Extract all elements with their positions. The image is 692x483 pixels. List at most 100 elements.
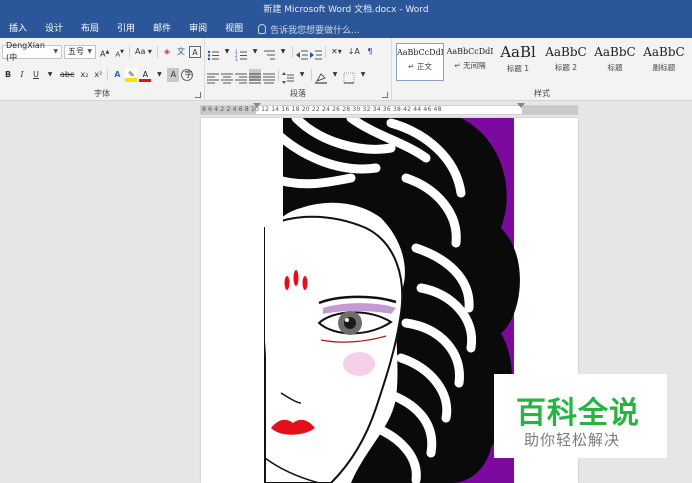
tell-me-box[interactable]: 告诉我您想要做什么... xyxy=(258,23,360,36)
paragraph-group: ▼ 123 ▼ ▼ ✕▾ ↓A ¶ ▼ ▼ ▼ 段落 xyxy=(205,38,392,101)
align-right-icon[interactable] xyxy=(235,69,247,84)
tab-review[interactable]: 审阅 xyxy=(180,20,216,38)
style-heading-1[interactable]: AaBl 标题 1 xyxy=(494,43,542,81)
chevron-down-icon[interactable]: ▼ xyxy=(249,45,261,59)
decrease-indent-icon[interactable] xyxy=(296,46,308,60)
dialog-launcher-icon[interactable] xyxy=(382,92,388,98)
numbering-icon[interactable]: 123 xyxy=(235,46,247,62)
font-size-select[interactable]: 五号 ▼ xyxy=(64,45,96,59)
first-line-indent-marker[interactable] xyxy=(253,103,261,108)
tab-layout[interactable]: 布局 xyxy=(72,20,108,38)
ribbon: DengXian (中 ▼ 五号 ▼ A▲ A▼ Aa ▾ ◈ 文 A B I U … xyxy=(0,38,692,101)
shrink-font-button[interactable]: A▼ xyxy=(113,45,126,59)
font-group: DengXian (中 ▼ 五号 ▼ A▲ A▼ Aa ▾ ◈ 文 A B I U … xyxy=(0,38,205,101)
tab-view[interactable]: 视图 xyxy=(216,20,252,38)
phonetic-guide-icon[interactable]: 文 xyxy=(175,45,187,59)
divider xyxy=(107,69,109,81)
bold-button[interactable]: B xyxy=(2,68,14,82)
highlight-pen-icon[interactable]: ✎ xyxy=(125,68,138,82)
superscript-button[interactable]: x² xyxy=(92,68,104,82)
text-effects-button[interactable]: A xyxy=(111,68,123,82)
font-name-select[interactable]: DengXian (中 ▼ xyxy=(2,41,62,62)
watermark-subtitle: 助你轻松解决 xyxy=(524,431,621,449)
lightbulb-icon xyxy=(258,24,267,34)
font-color-button[interactable]: A xyxy=(139,69,152,82)
style-subtitle[interactable]: AaBbC 副标题 xyxy=(640,43,688,81)
chevron-down-icon[interactable]: ▼ xyxy=(221,45,233,59)
distributed-icon[interactable] xyxy=(263,69,275,84)
style-name: ↵ 正文 xyxy=(408,62,432,71)
style-name: 标题 2 xyxy=(554,63,578,72)
underline-dropdown-icon[interactable]: ▼ xyxy=(44,68,56,82)
enclose-character-icon[interactable]: 字 xyxy=(181,69,194,81)
divider xyxy=(156,46,158,58)
style-heading-2[interactable]: AaBbC 标题 2 xyxy=(542,43,590,81)
window-title: 新建 Microsoft Word 文档.docx - Word xyxy=(263,5,429,15)
shading-icon[interactable] xyxy=(315,69,327,84)
dialog-launcher-icon[interactable] xyxy=(195,92,201,98)
character-shading-button[interactable]: A xyxy=(167,68,180,82)
chevron-down-icon[interactable]: ▼ xyxy=(277,45,289,59)
chevron-down-icon[interactable]: ▼ xyxy=(296,68,308,82)
show-marks-icon[interactable]: ¶ xyxy=(364,45,376,59)
paragraph-group-label: 段落 xyxy=(290,89,306,98)
multilevel-list-icon[interactable] xyxy=(263,46,275,60)
underline-button[interactable]: U xyxy=(30,68,42,82)
chevron-down-icon: ▼ xyxy=(53,48,58,55)
watermark-title: 百科全说 xyxy=(516,396,640,431)
horizontal-ruler[interactable]: 8 6 4 2 2 4 6 8 10 12 14 16 18 20 22 24 … xyxy=(200,103,578,115)
change-case-button[interactable]: Aa ▾ xyxy=(133,45,154,59)
style-name: 标题 1 xyxy=(506,64,530,73)
align-center-icon[interactable] xyxy=(221,69,233,84)
strikethrough-button[interactable]: abc xyxy=(58,68,76,82)
subscript-button[interactable]: x₂ xyxy=(78,68,90,82)
style-normal[interactable]: AaBbCcDdI ↵ 正文 xyxy=(396,43,444,81)
style-sample: AaBl xyxy=(500,43,536,61)
right-indent-marker[interactable] xyxy=(517,103,525,108)
style-title[interactable]: AaBbC 标题 xyxy=(591,43,639,81)
grow-font-button[interactable]: A▲ xyxy=(98,45,111,59)
clear-formatting-icon[interactable]: ◈ xyxy=(161,45,173,59)
divider xyxy=(311,69,312,81)
divider xyxy=(325,46,326,58)
style-sample: AaBbCcDdI xyxy=(397,48,443,57)
tab-design[interactable]: 设计 xyxy=(36,20,72,38)
sort-icon[interactable]: ↓A xyxy=(346,45,362,59)
style-sample: AaBbC xyxy=(594,45,636,59)
style-no-spacing[interactable]: AaBbCcDdI ↵ 无间隔 xyxy=(446,43,494,81)
line-spacing-icon[interactable] xyxy=(282,69,294,84)
font-color-dropdown-icon[interactable]: ▼ xyxy=(153,68,165,82)
word-window: 新建 Microsoft Word 文档.docx - Word 插入 设计 布… xyxy=(0,0,692,483)
ruler-numbers: 8 6 4 2 2 4 6 8 10 12 14 16 18 20 22 24 … xyxy=(202,106,442,113)
style-name: 副标题 xyxy=(652,63,676,72)
increase-indent-icon[interactable] xyxy=(310,46,322,60)
divider xyxy=(292,46,293,58)
chinese-layout-icon[interactable]: ✕▾ xyxy=(329,45,344,59)
font-group-label: 字体 xyxy=(94,89,110,98)
ribbon-tabs: 插入 设计 布局 引用 邮件 审阅 视图 告诉我您想要做什么... xyxy=(0,20,692,38)
enclosed-character-icon[interactable]: A xyxy=(188,46,201,58)
styles-group: AaBbCcDdI ↵ 正文 AaBbCcDdI ↵ 无间隔 AaBl 标题 1… xyxy=(392,38,692,101)
bullets-icon[interactable] xyxy=(207,46,219,61)
svg-text:3: 3 xyxy=(235,57,238,61)
borders-icon[interactable] xyxy=(343,69,355,84)
style-name: ↵ 无间隔 xyxy=(454,61,486,70)
font-size-value: 五号 xyxy=(68,47,84,56)
cheek-blush xyxy=(343,352,375,376)
styles-group-label: 样式 xyxy=(534,89,550,98)
chevron-down-icon[interactable]: ▼ xyxy=(357,68,369,82)
tab-insert[interactable]: 插入 xyxy=(0,20,36,38)
title-bar: 新建 Microsoft Word 文档.docx - Word xyxy=(0,0,692,20)
ruler-right-margin xyxy=(522,106,578,114)
style-sample: AaBbC xyxy=(643,45,685,59)
justify-icon[interactable] xyxy=(249,69,261,84)
italic-button[interactable]: I xyxy=(16,68,28,82)
style-sample: AaBbC xyxy=(545,45,587,59)
style-name: 标题 xyxy=(607,63,623,72)
align-left-icon[interactable] xyxy=(207,69,219,84)
tab-mailings[interactable]: 邮件 xyxy=(144,20,180,38)
chevron-down-icon[interactable]: ▼ xyxy=(329,68,341,82)
chevron-down-icon: ▼ xyxy=(87,48,92,55)
tab-references[interactable]: 引用 xyxy=(108,20,144,38)
tell-me-placeholder: 告诉我您想要做什么... xyxy=(270,25,360,36)
